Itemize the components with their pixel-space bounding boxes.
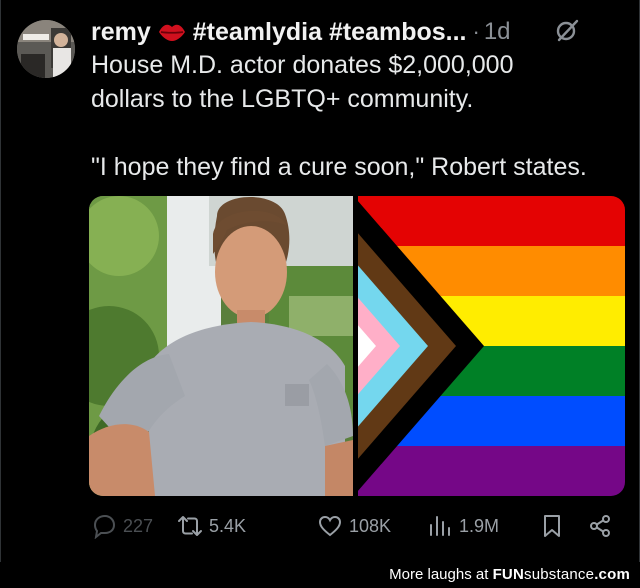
post-text: House M.D. actor donates $2,000,000 doll…	[91, 48, 631, 184]
heart-icon	[318, 515, 342, 537]
pride-flag-image[interactable]	[358, 196, 625, 496]
share-button[interactable]	[587, 508, 613, 544]
action-bar: 227 5.4K 108K 1.9M	[89, 508, 629, 544]
post-time[interactable]: 1d	[484, 18, 511, 46]
like-count: 108K	[349, 515, 392, 536]
flag-stripe	[358, 196, 625, 247]
retweet-count: 5.4K	[209, 515, 247, 536]
watermark-brand-bold: FUN	[492, 566, 524, 583]
watermark-brand: FUNsubstance.com	[493, 566, 630, 583]
watermark-lead: More laughs at	[389, 566, 489, 583]
retweet-button[interactable]: 5.4K	[177, 508, 246, 544]
share-icon	[590, 515, 610, 537]
views-count: 1.9M	[459, 515, 500, 536]
more-options-icon[interactable]	[609, 12, 633, 48]
grok-icon[interactable]	[553, 16, 581, 44]
post-text-line: House M.D. actor donates $2,000,000	[91, 51, 514, 79]
display-name[interactable]: remy	[91, 18, 151, 47]
bookmark-icon	[544, 515, 560, 537]
media-gallery	[89, 196, 625, 496]
views-button[interactable]: 1.9M	[427, 508, 499, 544]
watermark-brand-sub: substance	[524, 566, 595, 583]
photo-actor[interactable]	[89, 196, 353, 496]
post-card: remy #teamlydia #teambos... · 1d House M…	[0, 0, 640, 562]
bookmark-button[interactable]	[539, 508, 565, 544]
post-header: remy #teamlydia #teambos... · 1d	[91, 14, 511, 50]
post-text-line: dollars to the LGBTQ+ community.	[91, 85, 474, 113]
like-button[interactable]: 108K	[317, 508, 391, 544]
watermark: More laughs at FUNsubstance.com	[0, 562, 640, 588]
reply-button[interactable]: 227	[91, 508, 153, 544]
flag-stripe	[358, 446, 625, 496]
watermark-suffix: .com	[594, 566, 630, 583]
reply-count: 227	[123, 515, 154, 536]
retweet-icon	[178, 516, 202, 536]
avatar[interactable]	[17, 20, 75, 78]
post-text-line: "I hope they find a cure soon," Robert s…	[91, 153, 587, 181]
author-hashtags[interactable]: #teamlydia #teambos...	[193, 18, 467, 47]
views-icon	[430, 516, 450, 536]
lips-icon	[157, 20, 187, 44]
reply-icon	[93, 514, 116, 539]
separator-dot: ·	[472, 19, 480, 44]
